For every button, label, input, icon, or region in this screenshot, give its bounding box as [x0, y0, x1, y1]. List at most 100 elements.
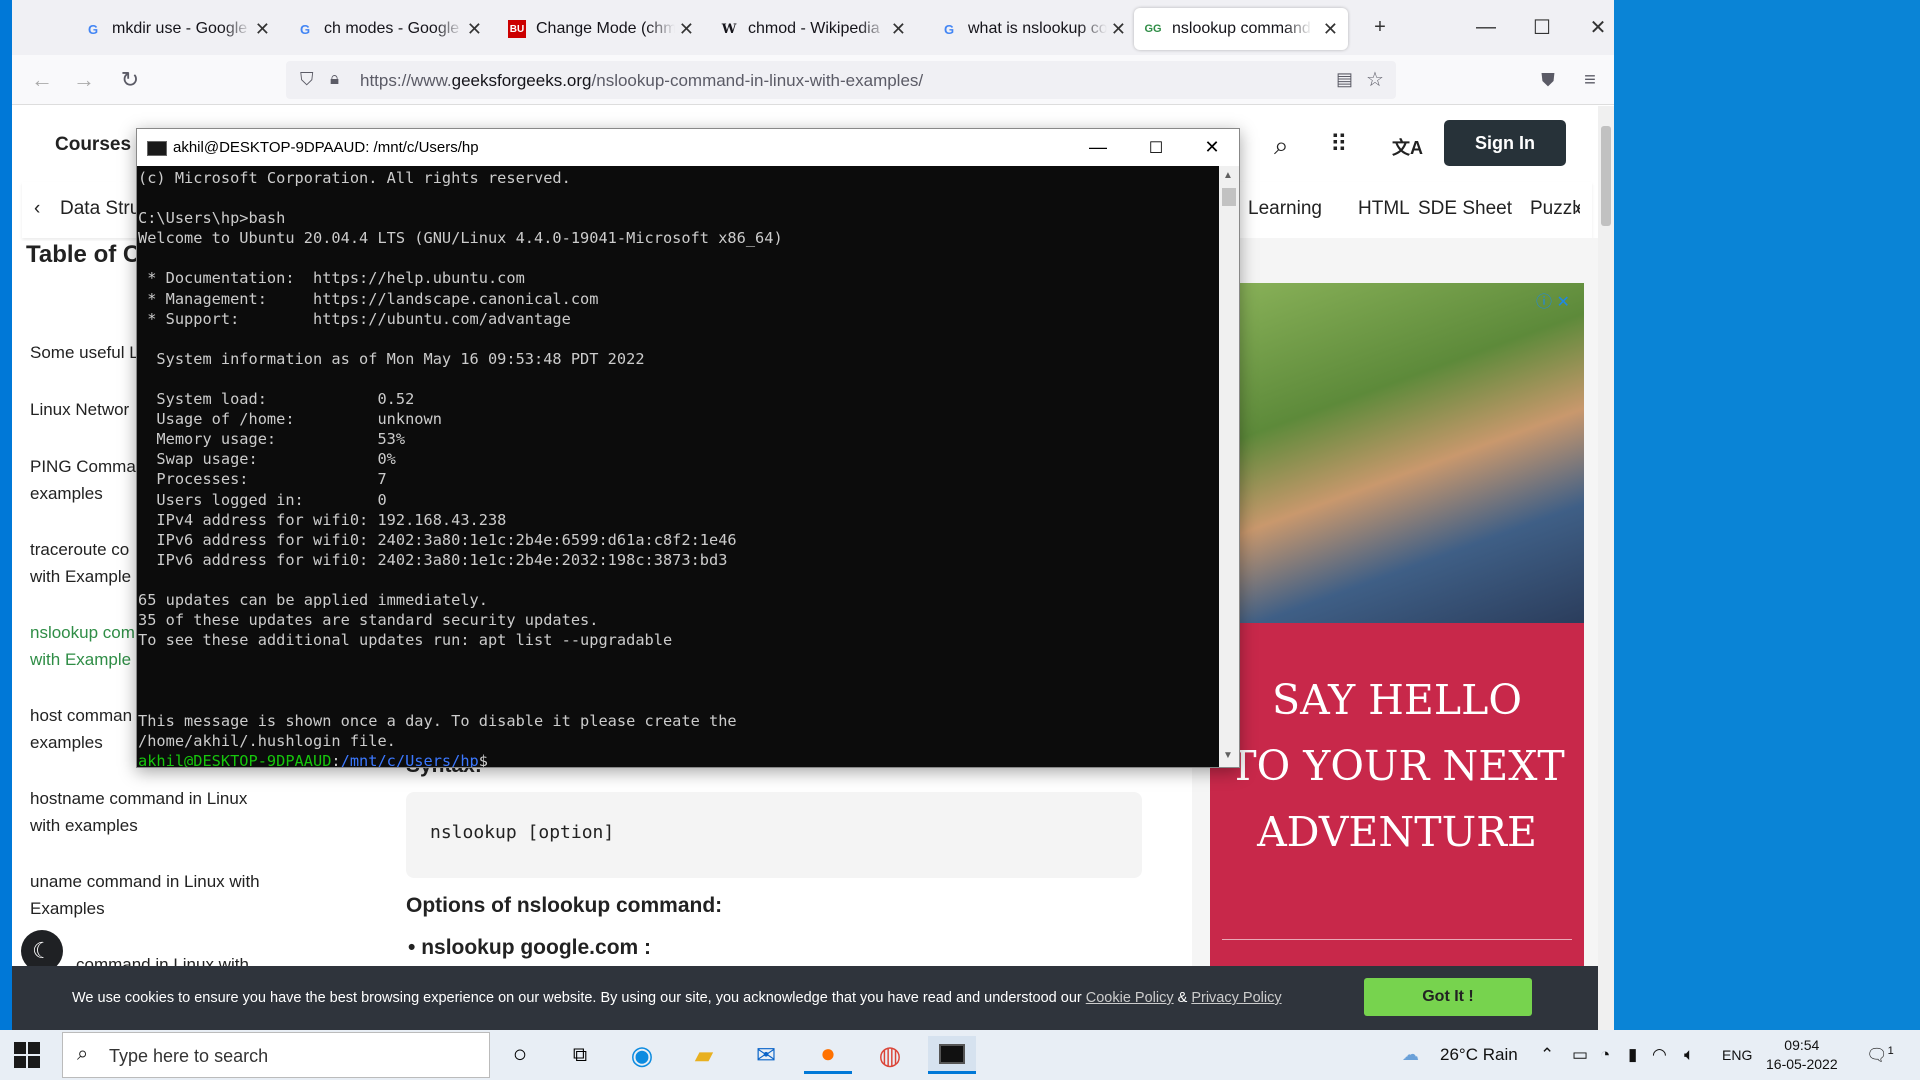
terminal-maximize-button[interactable]: ☐	[1127, 129, 1185, 166]
cortana-icon[interactable]: ○	[496, 1036, 544, 1074]
chevron-right-icon[interactable]: ›	[1574, 198, 1580, 220]
desktop-background-right	[1614, 0, 1920, 1030]
terminal-line: Usage of /home: unknown	[138, 410, 442, 429]
scroll-down-icon[interactable]: ▼	[1223, 750, 1233, 761]
terminal-window[interactable]: akhil@DESKTOP-9DPAAUD: /mnt/c/Users/hp —…	[136, 128, 1240, 768]
forward-button[interactable]: →	[68, 65, 100, 95]
back-button[interactable]: ←	[26, 65, 58, 95]
tab-mkdir[interactable]: G mkdir use - Google Se ✕	[74, 8, 280, 50]
subnav-item-puzzles[interactable]: Puzzle	[1530, 198, 1580, 220]
terminal-taskbar-icon[interactable]	[928, 1036, 976, 1074]
chevron-up-icon[interactable]: ⌃	[1540, 1045, 1554, 1065]
terminal-line: Users logged in: 0	[138, 490, 387, 509]
close-tab-icon[interactable]: ✕	[887, 19, 906, 40]
url-path: /nslookup-command-in-linux-with-examples…	[591, 71, 924, 90]
got-it-button[interactable]: Got It !	[1364, 978, 1532, 1016]
device-icon[interactable]: ▭	[1572, 1045, 1588, 1065]
ad-choices-icon[interactable]: ⓘ ✕	[1536, 288, 1570, 312]
terminal-scroll-thumb[interactable]	[1222, 188, 1236, 206]
subnav-item-learning[interactable]: Learning	[1248, 198, 1322, 220]
terminal-output[interactable]: (c) Microsoft Corporation. All rights re…	[137, 166, 1219, 767]
weather-text[interactable]: 26°C Rain	[1440, 1045, 1518, 1065]
search-icon[interactable]: ⌕	[1274, 130, 1289, 162]
firefox-icon[interactable]: ●	[804, 1036, 852, 1074]
privacy-policy-link[interactable]: Privacy Policy	[1191, 990, 1281, 1006]
terminal-prompt[interactable]: akhil@DESKTOP-9DPAAUD:/mnt/c/Users/hp$	[138, 751, 1219, 767]
toc-item-active[interactable]: nslookup com with Example	[30, 619, 140, 673]
terminal-titlebar[interactable]: akhil@DESKTOP-9DPAAUD: /mnt/c/Users/hp —…	[137, 129, 1239, 166]
cookie-policy-link[interactable]: Cookie Policy	[1086, 990, 1174, 1006]
close-tab-icon[interactable]: ✕	[463, 19, 482, 40]
chevron-left-icon[interactable]: ‹	[34, 198, 40, 220]
chrome-icon[interactable]: ◍	[866, 1036, 914, 1074]
taskbar-search-box[interactable]: ⌕ Type here to search	[62, 1032, 490, 1078]
scroll-up-icon[interactable]: ▲	[1223, 170, 1233, 181]
address-bar[interactable]: ⛉ 🔒︎ https://www.geeksforgeeks.org/nsloo…	[286, 61, 1396, 99]
tab-nslookup-search[interactable]: G what is nslookup com ✕	[930, 8, 1136, 50]
terminal-line: C:\Users\hp>bash	[138, 209, 286, 228]
tab-wikipedia[interactable]: W chmod - Wikipedia ✕	[710, 8, 916, 50]
new-tab-button[interactable]: +	[1360, 10, 1400, 44]
prompt-end: $	[478, 751, 488, 767]
battery-icon[interactable]: ▮	[1628, 1045, 1637, 1065]
file-explorer-icon[interactable]: ▰	[680, 1036, 728, 1074]
speaker-icon[interactable]: 🔈︎	[1684, 1045, 1694, 1065]
minimize-button[interactable]: —	[1466, 10, 1506, 44]
url-text[interactable]: https://www.geeksforgeeks.org/nslookup-c…	[360, 71, 923, 91]
tab-change-mode[interactable]: BU Change Mode (chmo ✕	[498, 8, 704, 50]
tab-title: mkdir use - Google Se	[112, 20, 251, 37]
subnav-item-sde-sheet[interactable]: SDE Sheet	[1418, 198, 1512, 220]
pocket-icon[interactable]: ⛊	[1532, 65, 1564, 95]
terminal-scrollbar[interactable]: ▲ ▼	[1219, 166, 1239, 767]
toc-item[interactable]: uname command in Linux with Examples	[30, 868, 280, 922]
reader-view-icon[interactable]: ▤	[1336, 69, 1353, 90]
network-icon[interactable]: ◔	[1600, 1045, 1610, 1065]
wifi-icon[interactable]: ◠	[1652, 1045, 1667, 1065]
maximize-button[interactable]: ☐	[1522, 10, 1562, 44]
task-view-icon[interactable]: ⧉	[556, 1036, 604, 1074]
subnav-item-html[interactable]: HTML	[1358, 198, 1410, 220]
windows-start-icon[interactable]	[14, 1042, 40, 1068]
toc-item[interactable]: host comman examples	[30, 702, 140, 756]
lock-icon[interactable]: 🔒︎	[330, 69, 339, 89]
close-tab-icon[interactable]: ✕	[1319, 19, 1338, 40]
toc-item[interactable]: PING Comma examples	[30, 453, 140, 507]
close-tab-icon[interactable]: ✕	[1107, 19, 1126, 40]
terminal-line: Welcome to Ubuntu 20.04.4 LTS (GNU/Linux…	[138, 229, 783, 248]
terminal-line: * Management: https://landscape.canonica…	[138, 289, 599, 308]
cookie-amp: &	[1173, 990, 1192, 1006]
url-prefix: https://www.	[360, 71, 452, 90]
notification-icon[interactable]: 🗨︎1	[1866, 1045, 1894, 1066]
apps-grid-icon[interactable]: ⠿	[1330, 130, 1348, 159]
tab-nslookup-gfg[interactable]: GG nslookup command i ✕	[1134, 8, 1348, 50]
courses-menu[interactable]: Courses	[55, 134, 131, 156]
menu-icon[interactable]: ≡	[1574, 65, 1606, 95]
toc-item[interactable]: traceroute co with Example	[30, 536, 140, 590]
ad-photo	[1210, 283, 1584, 623]
terminal-icon	[147, 141, 167, 156]
sign-in-button[interactable]: Sign In	[1444, 120, 1566, 166]
tab-chmodes[interactable]: G ch modes - Google Se ✕	[286, 8, 492, 50]
advertisement[interactable]: SAY HELLO TO YOUR NEXT ADVENTURE	[1210, 283, 1584, 1030]
close-tab-icon[interactable]: ✕	[675, 19, 694, 40]
weather-icon[interactable]: ☁	[1402, 1045, 1419, 1065]
terminal-close-button[interactable]: ✕	[1183, 129, 1241, 166]
page-scrollbar[interactable]	[1598, 106, 1614, 1030]
toc-item[interactable]: hostname command in Linux with examples	[30, 785, 270, 839]
shield-icon[interactable]: ⛉	[300, 69, 314, 90]
mail-icon[interactable]: ✉	[742, 1036, 790, 1074]
terminal-lines: (c) Microsoft Corporation. All rights re…	[138, 168, 1219, 751]
close-tab-icon[interactable]: ✕	[251, 19, 270, 40]
terminal-minimize-button[interactable]: —	[1069, 129, 1127, 166]
translate-icon[interactable]: 文A	[1392, 134, 1423, 160]
reload-button[interactable]: ↻	[114, 65, 146, 95]
terminal-icon	[939, 1043, 965, 1064]
language-indicator[interactable]: ENG	[1722, 1047, 1752, 1063]
clock[interactable]: 09:54 16-05-2022	[1766, 1036, 1838, 1074]
options-heading: Options of nslookup command:	[406, 894, 723, 917]
edge-icon[interactable]: ◉	[618, 1036, 666, 1074]
close-window-button[interactable]: ✕	[1578, 10, 1614, 44]
scrollbar-thumb[interactable]	[1601, 126, 1611, 226]
bookmark-star-icon[interactable]: ☆	[1366, 67, 1384, 92]
